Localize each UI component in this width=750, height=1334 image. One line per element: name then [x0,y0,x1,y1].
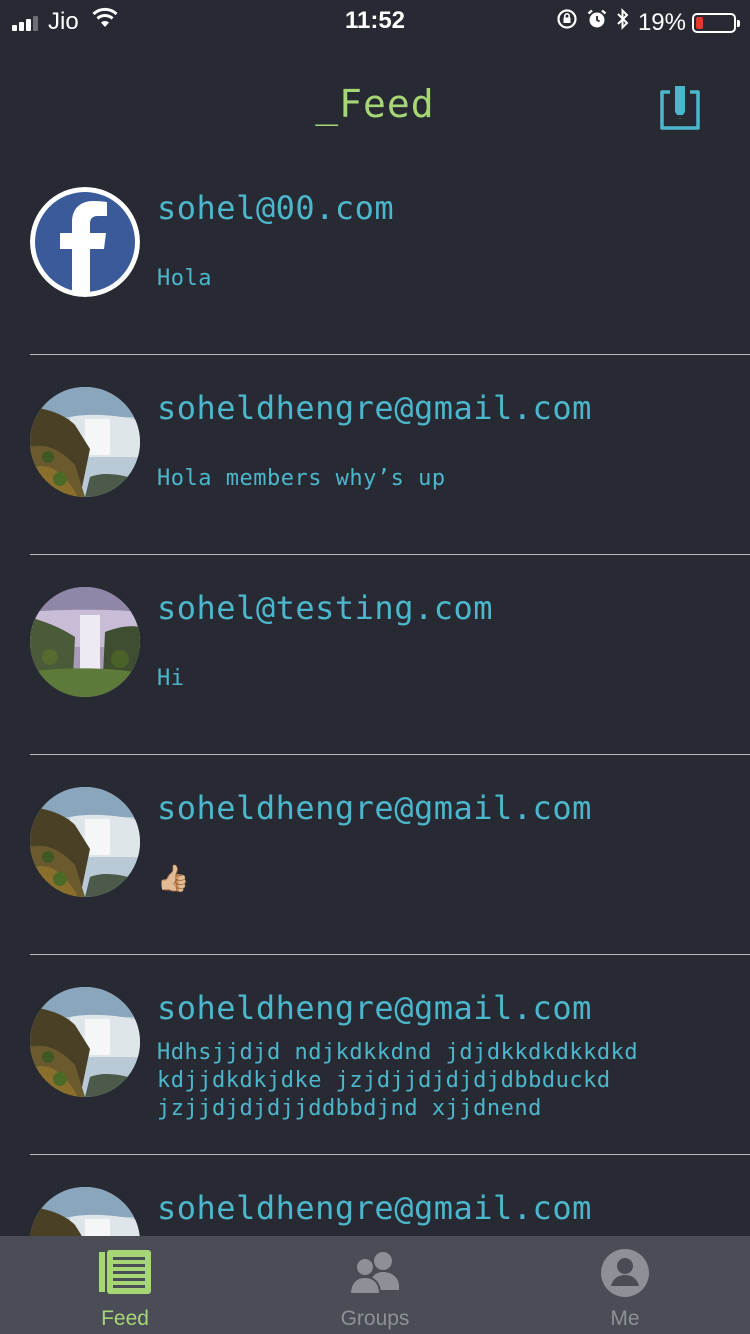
tab-label: Feed [101,1307,149,1330]
post-text: Hi [157,666,185,691]
page-title: _Feed [315,82,435,126]
feed-item[interactable]: sohel@testing.com Hi [30,555,750,755]
avatar [30,387,140,497]
battery-icon [692,12,740,33]
facebook-logo-icon [30,187,140,297]
waterfall-photo-icon [30,387,140,497]
feed-icon [99,1250,151,1298]
tab-feed[interactable]: Feed [0,1236,250,1334]
battery-percent: 19% [637,8,686,36]
tab-label: Me [610,1307,640,1330]
tab-me[interactable]: Me [500,1236,750,1334]
tab-bar: Feed Groups Me [0,1236,750,1334]
post-author-email: soheldhengre@gmail.com [157,789,592,827]
post-author-email: sohel@00.com [157,189,395,227]
feed-item[interactable]: soheldhengre@gmail.com Hdhsjjdjd ndjkdkk… [30,955,750,1155]
status-right: 19% [556,7,740,38]
compose-icon [660,86,700,130]
post-author-email: soheldhengre@gmail.com [157,989,592,1027]
feed-item[interactable]: sohel@00.com Hola [30,155,750,355]
feed-item[interactable]: soheldhengre@gmail.com Hola members why’… [30,355,750,555]
post-author-email: sohel@testing.com [157,589,494,627]
post-text: Hola members why’s up [157,466,446,491]
post-text: Hola [157,266,212,291]
feed-item[interactable]: soheldhengre@gmail.com 👍🏼 [30,755,750,955]
avatar [30,187,140,297]
profile-icon [600,1249,650,1302]
post-author-email: soheldhengre@gmail.com [157,389,592,427]
alarm-icon [586,8,608,37]
avatar [30,787,140,897]
avatar [30,587,140,697]
compose-button[interactable] [656,84,704,134]
battery-level [696,16,703,29]
groups-icon [348,1250,401,1298]
avatar [30,987,140,1097]
tab-label: Groups [340,1307,410,1330]
status-bar: Jio 11:52 19% [0,0,750,40]
post-text: Hdhsjjdjd ndjkdkkdnd jdjdkkdkdkkdkd kdjj… [157,1040,639,1121]
waterfall-photo-icon [30,787,140,897]
post-author-email: soheldhengre@gmail.com [157,1189,592,1227]
post-text: 👍🏼 [157,864,190,894]
bluetooth-icon [616,7,630,38]
waterfall-photo-icon [30,587,140,697]
rotation-lock-icon [556,8,578,37]
app-screen: Jio 11:52 19% _Feed sohel@00.com Hola so… [0,0,750,1334]
feed-list: sohel@00.com Hola soheldhengre@gmail.com… [0,155,750,1334]
waterfall-photo-icon [30,987,140,1097]
tab-groups[interactable]: Groups [250,1236,500,1334]
